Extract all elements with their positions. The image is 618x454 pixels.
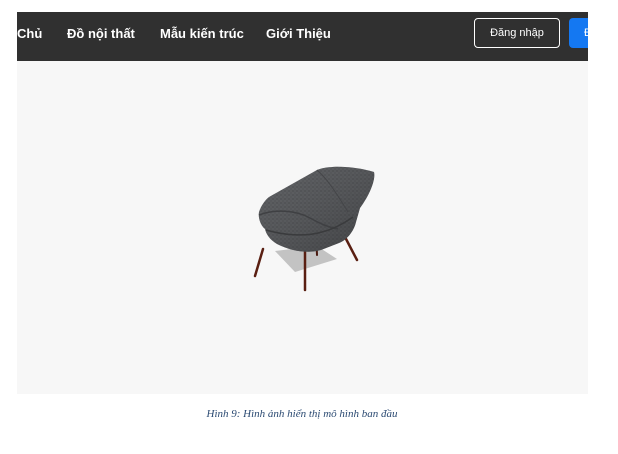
figure-caption: Hình 9: Hình ảnh hiển thị mô hình ban đầ… (206, 408, 398, 420)
register-button[interactable]: Đ (569, 18, 588, 48)
armchair-3d-model[interactable] (217, 151, 377, 311)
app-screenshot: Chủ Đồ nội thất Mẫu kiến trúc Giới Thiệu… (17, 12, 588, 394)
login-button[interactable]: Đăng nhập (474, 18, 560, 48)
nav-item-home[interactable]: Chủ (17, 27, 42, 41)
nav-item-about[interactable]: Giới Thiệu (266, 27, 331, 41)
3d-model-viewer[interactable] (17, 61, 588, 394)
top-navbar: Chủ Đồ nội thất Mẫu kiến trúc Giới Thiệu… (17, 12, 588, 61)
nav-item-furniture[interactable]: Đồ nội thất (67, 27, 135, 41)
nav-item-architecture[interactable]: Mẫu kiến trúc (160, 27, 244, 41)
